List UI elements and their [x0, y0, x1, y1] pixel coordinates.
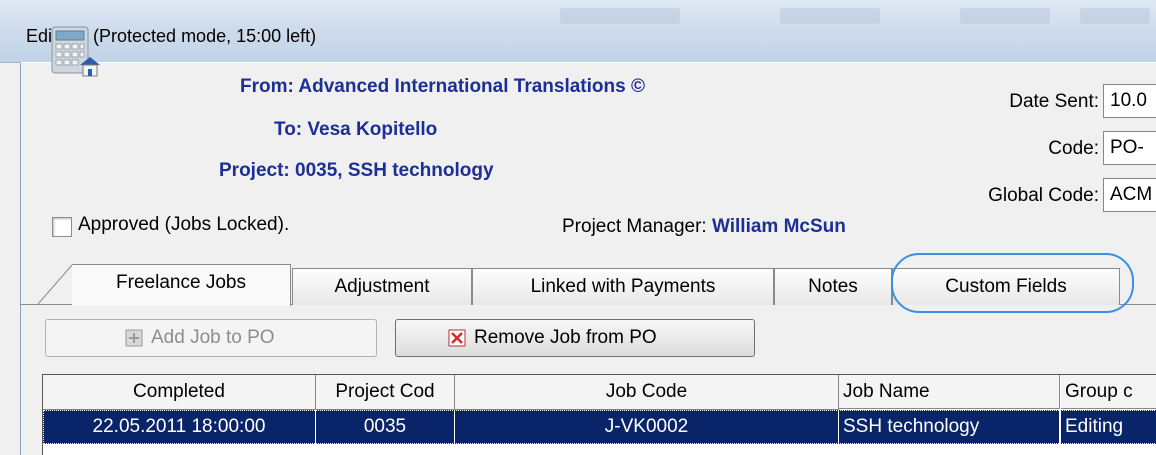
- cell-project-code: 0035: [316, 410, 455, 444]
- date-sent-field[interactable]: 10.0: [1103, 84, 1156, 118]
- add-job-icon: [125, 329, 143, 347]
- approved-checkbox[interactable]: [52, 217, 72, 237]
- cell-job-code: J-VK0002: [455, 410, 839, 444]
- project-manager-label: Project Manager:: [562, 216, 707, 237]
- title-bar: Edit PO (Protected mode, 15:00 left): [0, 0, 1156, 63]
- cell-job-name: SSH technology: [839, 410, 1060, 444]
- tab-notes-label: Notes: [808, 276, 858, 297]
- column-header-job-code[interactable]: Job Code: [455, 375, 839, 410]
- remove-job-from-po-label: Remove Job from PO: [474, 327, 657, 348]
- global-code-label: Global Code:: [988, 185, 1099, 206]
- project-line: Project: 0035, SSH technology: [219, 160, 494, 181]
- cell-group: Editing: [1061, 410, 1156, 444]
- approved-label[interactable]: Approved (Jobs Locked).: [78, 214, 289, 236]
- add-job-to-po-button[interactable]: Add Job to PO: [45, 319, 377, 357]
- tab-adjustment-label: Adjustment: [334, 276, 430, 297]
- column-header-completed[interactable]: Completed: [43, 375, 316, 410]
- purchase-order-icon: [51, 26, 100, 77]
- remove-job-from-po-button[interactable]: Remove Job from PO: [395, 319, 755, 357]
- from-line: From: Advanced International Translation…: [240, 76, 645, 97]
- cell-completed: 22.05.2011 18:00:00: [43, 410, 316, 444]
- tab-adjustment[interactable]: Adjustment: [292, 268, 472, 305]
- column-header-group[interactable]: Group c: [1061, 375, 1156, 409]
- custom-fields-highlight-ring: [891, 253, 1134, 313]
- jobs-grid[interactable]: Completed Project Cod Job Code Job Name …: [42, 374, 1156, 455]
- project-manager-name: William McSun: [711, 216, 846, 237]
- tab-freelance-jobs[interactable]: Freelance Jobs: [72, 264, 291, 306]
- project-manager: Project Manager: William McSun: [562, 216, 846, 238]
- remove-x-icon: [448, 329, 466, 347]
- tab-slant: [37, 264, 73, 305]
- code-field[interactable]: PO-: [1103, 131, 1156, 165]
- tab-linked-with-payments-label: Linked with Payments: [530, 276, 716, 297]
- code-label: Code:: [1048, 138, 1099, 159]
- column-header-project-code[interactable]: Project Cod: [316, 375, 455, 410]
- add-job-to-po-label: Add Job to PO: [151, 327, 275, 348]
- tab-linked-with-payments[interactable]: Linked with Payments: [472, 268, 774, 305]
- global-code-field[interactable]: ACM: [1103, 178, 1156, 212]
- to-line: To: Vesa Kopitello: [274, 119, 438, 140]
- date-sent-label: Date Sent:: [1009, 91, 1099, 112]
- column-header-job-name[interactable]: Job Name: [839, 375, 1060, 409]
- tab-freelance-jobs-label: Freelance Jobs: [116, 272, 246, 293]
- edit-po-window: Edit PO (Protected mode, 15:00 left) Fro…: [0, 0, 1156, 455]
- tab-notes[interactable]: Notes: [774, 268, 892, 305]
